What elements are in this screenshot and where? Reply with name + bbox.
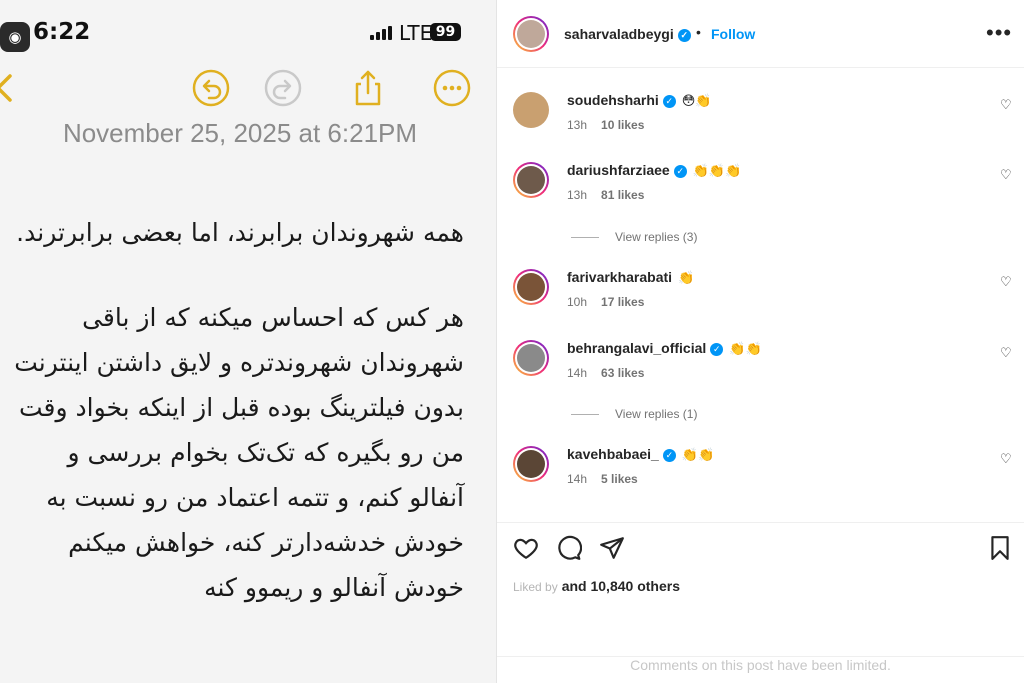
comment-text: 👏👏 — [729, 342, 762, 357]
comment-time: 13h — [567, 118, 588, 132]
comment-time: 13h — [567, 188, 588, 202]
comment-likes[interactable]: 81 likes — [601, 188, 644, 202]
instagram-post-panel: saharvaladbeygi ✓ • Follow ••• soudehshar… — [497, 0, 1024, 683]
view-replies-button[interactable]: View replies (1) — [571, 407, 697, 421]
liked-by-prefix: Liked by — [513, 580, 558, 594]
comment-username[interactable]: soudehsharhi — [567, 92, 659, 108]
verified-icon: ✓ — [662, 448, 676, 462]
comment-likes[interactable]: 63 likes — [601, 366, 644, 380]
network-label: LTE — [399, 21, 433, 45]
view-replies-button[interactable]: View replies (3) — [571, 230, 697, 244]
comment-username[interactable]: kavehbabaei_ — [567, 446, 659, 462]
notes-screenshot: ◉ 6:22 LTE 99 November 25, 2025 at 6:21P… — [0, 0, 496, 683]
comment-time: 14h — [567, 472, 588, 486]
comment-text: 👏 — [678, 271, 695, 286]
comments-limited-notice: Comments on this post have been limited. — [497, 656, 1024, 673]
comment-username[interactable]: behrangalavi_official — [567, 340, 706, 356]
author-username[interactable]: saharvaladbeygi ✓ — [564, 26, 691, 42]
undo-icon[interactable] — [191, 68, 231, 108]
avatar[interactable] — [513, 162, 549, 198]
follow-button[interactable]: Follow — [711, 26, 755, 42]
heart-icon[interactable]: ♡ — [1000, 168, 1012, 183]
note-paragraph-2: هر کس که احساس میکنه که از باقی شهروندان… — [14, 303, 464, 602]
comment-text: 😳👏 — [681, 94, 712, 109]
comment-time: 10h — [567, 295, 588, 309]
status-time: 6:22 — [33, 19, 91, 45]
share-paper-plane-icon[interactable] — [599, 535, 625, 561]
comment-likes[interactable]: 10 likes — [601, 118, 644, 132]
app-notification-icon: ◉ — [0, 22, 30, 52]
comment-likes[interactable]: 17 likes — [601, 295, 644, 309]
avatar[interactable] — [513, 269, 549, 305]
heart-icon[interactable]: ♡ — [1000, 452, 1012, 467]
verified-icon: ✓ — [673, 164, 687, 178]
liked-by-others[interactable]: and 10,840 others — [562, 578, 680, 594]
share-icon[interactable] — [348, 68, 388, 108]
comment-time: 14h — [567, 366, 588, 380]
comment-username[interactable]: farivarkharabati — [567, 269, 672, 285]
status-bar: ◉ 6:22 LTE 99 — [0, 0, 496, 56]
liked-by-summary: Liked by and 10,840 others — [513, 578, 680, 594]
signal-icon — [370, 26, 392, 40]
avatar[interactable] — [513, 446, 549, 482]
back-chevron-icon[interactable] — [0, 68, 26, 108]
verified-icon: ✓ — [662, 94, 676, 108]
avatar[interactable] — [513, 340, 549, 376]
comment-text: 👏👏 — [681, 448, 715, 463]
more-options-icon[interactable] — [432, 68, 472, 108]
heart-icon[interactable]: ♡ — [1000, 98, 1012, 113]
comment-username[interactable]: dariushfarziaee — [567, 162, 670, 178]
separator-dot: • — [696, 24, 701, 40]
note-paragraph-1: همه شهروندان برابرند، اما بعضی برابرترند… — [16, 218, 464, 247]
avatar[interactable] — [513, 92, 549, 128]
bookmark-icon[interactable] — [987, 535, 1013, 561]
post-action-bar — [497, 522, 1024, 583]
like-heart-icon[interactable] — [513, 535, 539, 561]
more-icon[interactable]: ••• — [986, 20, 1012, 46]
post-header: saharvaladbeygi ✓ • Follow ••• — [497, 0, 1024, 68]
verified-icon: ✓ — [710, 342, 724, 356]
comment-likes[interactable]: 5 likes — [601, 472, 638, 486]
author-avatar[interactable] — [513, 16, 549, 52]
redo-icon[interactable] — [263, 68, 303, 108]
comment-bubble-icon[interactable] — [556, 535, 583, 561]
note-date: November 25, 2025 at 6:21PM — [62, 118, 418, 148]
notes-toolbar — [0, 60, 496, 120]
note-body[interactable]: همه شهروندان برابرند، اما بعضی برابرترند… — [10, 210, 464, 610]
comment-text: 👏👏👏 — [692, 164, 742, 179]
heart-icon[interactable]: ♡ — [1000, 346, 1012, 361]
battery-icon: 99 — [430, 23, 461, 41]
heart-icon[interactable]: ♡ — [1000, 275, 1012, 290]
verified-icon: ✓ — [677, 28, 691, 42]
